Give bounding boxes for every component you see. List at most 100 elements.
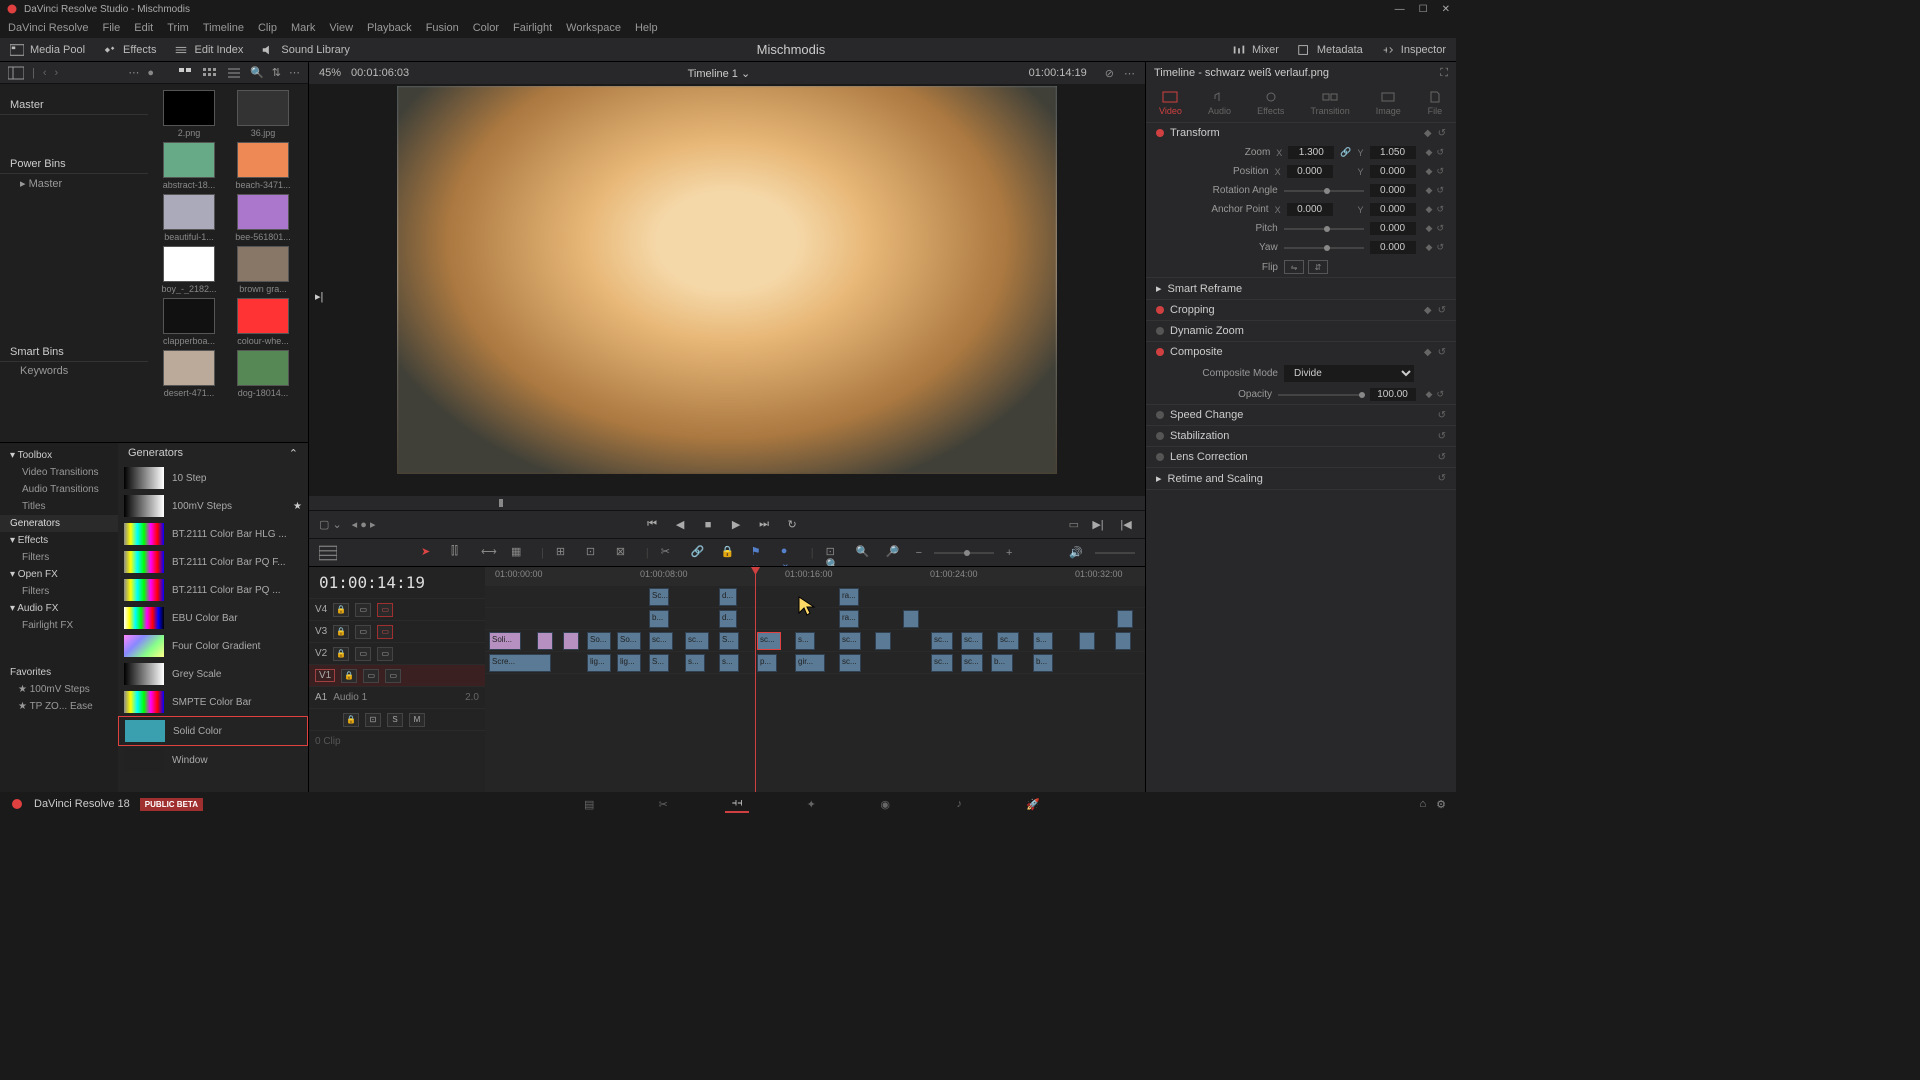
generator-item[interactable]: Four Color Gradient [118, 632, 308, 660]
bypass-icon[interactable]: ⊘ [1105, 67, 1114, 80]
page-fusion[interactable]: ✦ [799, 795, 823, 813]
fx-tree-item[interactable]: Titles [0, 498, 118, 515]
panel-layout-icon[interactable] [8, 66, 24, 80]
fx-tree-item[interactable]: ▾ Effects [0, 532, 118, 549]
list-view-icon[interactable] [226, 66, 242, 80]
anchor-x-input[interactable] [1287, 203, 1333, 216]
page-color[interactable]: ◉ [873, 795, 897, 813]
zoom-x-input[interactable] [1288, 146, 1334, 159]
mute-button[interactable]: M [409, 713, 425, 727]
timeline-track-v3[interactable]: b... d... ra... [485, 607, 1145, 629]
speed-header[interactable]: Speed Change↺ [1146, 405, 1456, 425]
menu-trim[interactable]: Trim [167, 22, 189, 34]
transform-header[interactable]: Transform ◆↺ [1146, 123, 1456, 143]
record-icon[interactable]: ● [147, 67, 154, 79]
bin-keywords[interactable]: Keywords [0, 362, 148, 380]
expand-icon[interactable]: ⛶ [1440, 67, 1448, 80]
fx-tree-item[interactable]: Audio Transitions [0, 481, 118, 498]
thumbnail[interactable]: boy_-_2182... [154, 246, 224, 294]
more-icon[interactable]: ⋯ [289, 66, 300, 79]
next-clip-icon[interactable]: ▸| [315, 290, 323, 303]
retime-header[interactable]: ▸ Retime and Scaling↺ [1146, 468, 1456, 489]
generator-item[interactable]: SMPTE Color Bar [118, 688, 308, 716]
maximize-button[interactable]: ☐ [1419, 4, 1428, 15]
thumbnail[interactable]: desert-471... [154, 350, 224, 398]
zoom-out-icon[interactable]: − [916, 547, 922, 559]
auto-select-icon[interactable]: ▭ [355, 603, 371, 617]
generator-item[interactable]: Window [118, 746, 308, 774]
timeline-track-a1[interactable] [485, 673, 1145, 717]
menu-help[interactable]: Help [635, 22, 658, 34]
cropping-header[interactable]: Cropping◆↺ [1146, 300, 1456, 320]
solo-button[interactable]: S [387, 713, 403, 727]
stabilization-header[interactable]: Stabilization↺ [1146, 426, 1456, 446]
home-icon[interactable]: ⌂ [1419, 798, 1426, 810]
zoom-in-icon[interactable]: + [1006, 547, 1012, 559]
thumbnail[interactable]: clapperboa... [154, 298, 224, 346]
nav-fwd-icon[interactable]: › [55, 67, 59, 79]
selection-tool[interactable]: ➤ [421, 545, 439, 561]
bin-powerbins-master[interactable]: ▸ Master [0, 174, 148, 193]
inspector-toggle[interactable]: Inspector [1381, 44, 1446, 56]
link-tool[interactable]: 🔗 [691, 545, 709, 561]
flip-v-button[interactable]: ⇵ [1308, 260, 1328, 274]
thumbnail[interactable]: beach-3471... [228, 142, 298, 190]
favorite-item[interactable]: ★ 100mV Steps [0, 681, 118, 698]
generator-item[interactable]: Grey Scale [118, 660, 308, 688]
viewer[interactable]: ▸| [309, 84, 1145, 496]
opacity-slider[interactable]: .param-slider[data-name="opacity-slider"… [1278, 394, 1364, 396]
tab-video[interactable]: Video [1159, 90, 1182, 116]
tab-effects[interactable]: Effects [1257, 90, 1284, 116]
generator-item[interactable]: Solid Color [118, 716, 308, 746]
rotation-input[interactable] [1370, 184, 1416, 197]
play-button[interactable]: ▶ [727, 517, 745, 533]
tab-transition[interactable]: Transition [1311, 90, 1350, 116]
match-frame-icon[interactable]: ▭ [1069, 518, 1079, 531]
first-frame-button[interactable]: ⏮ [643, 517, 661, 533]
mute-icon[interactable]: 🔊 [1069, 546, 1083, 559]
dynamic-trim-tool[interactable]: ⟷ [481, 545, 499, 561]
generator-item[interactable]: 10 Step [118, 464, 308, 492]
favorite-item[interactable]: ★ TP ZO... Ease [0, 698, 118, 715]
menu-davinci[interactable]: DaVinci Resolve [8, 22, 89, 34]
fx-tree-item[interactable]: Generators [0, 515, 118, 532]
zoom-level[interactable]: 45% [319, 67, 341, 79]
flip-h-button[interactable]: ⇋ [1284, 260, 1304, 274]
prev-marker-button[interactable]: |◀ [1117, 517, 1135, 533]
disable-icon[interactable]: ▭ [377, 603, 393, 617]
menu-mark[interactable]: Mark [291, 22, 315, 34]
playhead[interactable] [755, 567, 756, 792]
tab-file[interactable]: File [1427, 90, 1443, 116]
tab-audio[interactable]: Audio [1208, 90, 1231, 116]
page-cut[interactable]: ✂ [651, 795, 675, 813]
trim-tool[interactable]: ⫿⫿ [451, 545, 469, 561]
timeline-track-v2[interactable]: Soli... So... So... sc... sc... S... sc.… [485, 629, 1145, 651]
volume-slider[interactable] [1095, 552, 1135, 554]
search-icon[interactable]: 🔍 [250, 66, 264, 79]
generator-item[interactable]: BT.2111 Color Bar PQ ... [118, 576, 308, 604]
tab-image[interactable]: Image [1376, 90, 1401, 116]
bin-master[interactable]: Master [0, 96, 148, 115]
generator-item[interactable]: 100mV Steps★ [118, 492, 308, 520]
dynamic-zoom-header[interactable]: Dynamic Zoom [1146, 321, 1456, 341]
timecode-display[interactable]: 01:00:14:19 [309, 567, 485, 598]
timeline-body[interactable]: 01:00:00:00 01:00:08:00 01:00:16:00 01:0… [485, 567, 1145, 792]
page-fairlight[interactable]: ♪ [947, 795, 971, 813]
track-v2[interactable]: V2 🔒▭▭ [309, 642, 485, 664]
fx-tree-item[interactable]: Filters [0, 583, 118, 600]
loop-button[interactable]: ↻ [783, 517, 801, 533]
grid-view-icon[interactable] [202, 66, 218, 80]
composite-mode-select[interactable]: Divide [1284, 365, 1414, 382]
track-v3[interactable]: V3 🔒▭▭ [309, 620, 485, 642]
composite-header[interactable]: Composite◆↺ [1146, 342, 1456, 362]
thumbnail[interactable]: bee-561801... [228, 194, 298, 242]
page-media[interactable]: ▤ [577, 795, 601, 813]
page-deliver[interactable]: 🚀 [1021, 795, 1045, 813]
generator-item[interactable]: EBU Color Bar [118, 604, 308, 632]
detail-zoom-icon[interactable]: 🔍 [856, 545, 874, 561]
sort-icon[interactable]: ⇅ [272, 66, 281, 79]
yaw-slider[interactable] [1284, 247, 1364, 249]
settings-icon[interactable]: ⚙ [1436, 798, 1446, 811]
close-button[interactable]: ✕ [1442, 4, 1450, 15]
zoom-fit-icon[interactable]: ⊡🔍 [826, 545, 844, 561]
